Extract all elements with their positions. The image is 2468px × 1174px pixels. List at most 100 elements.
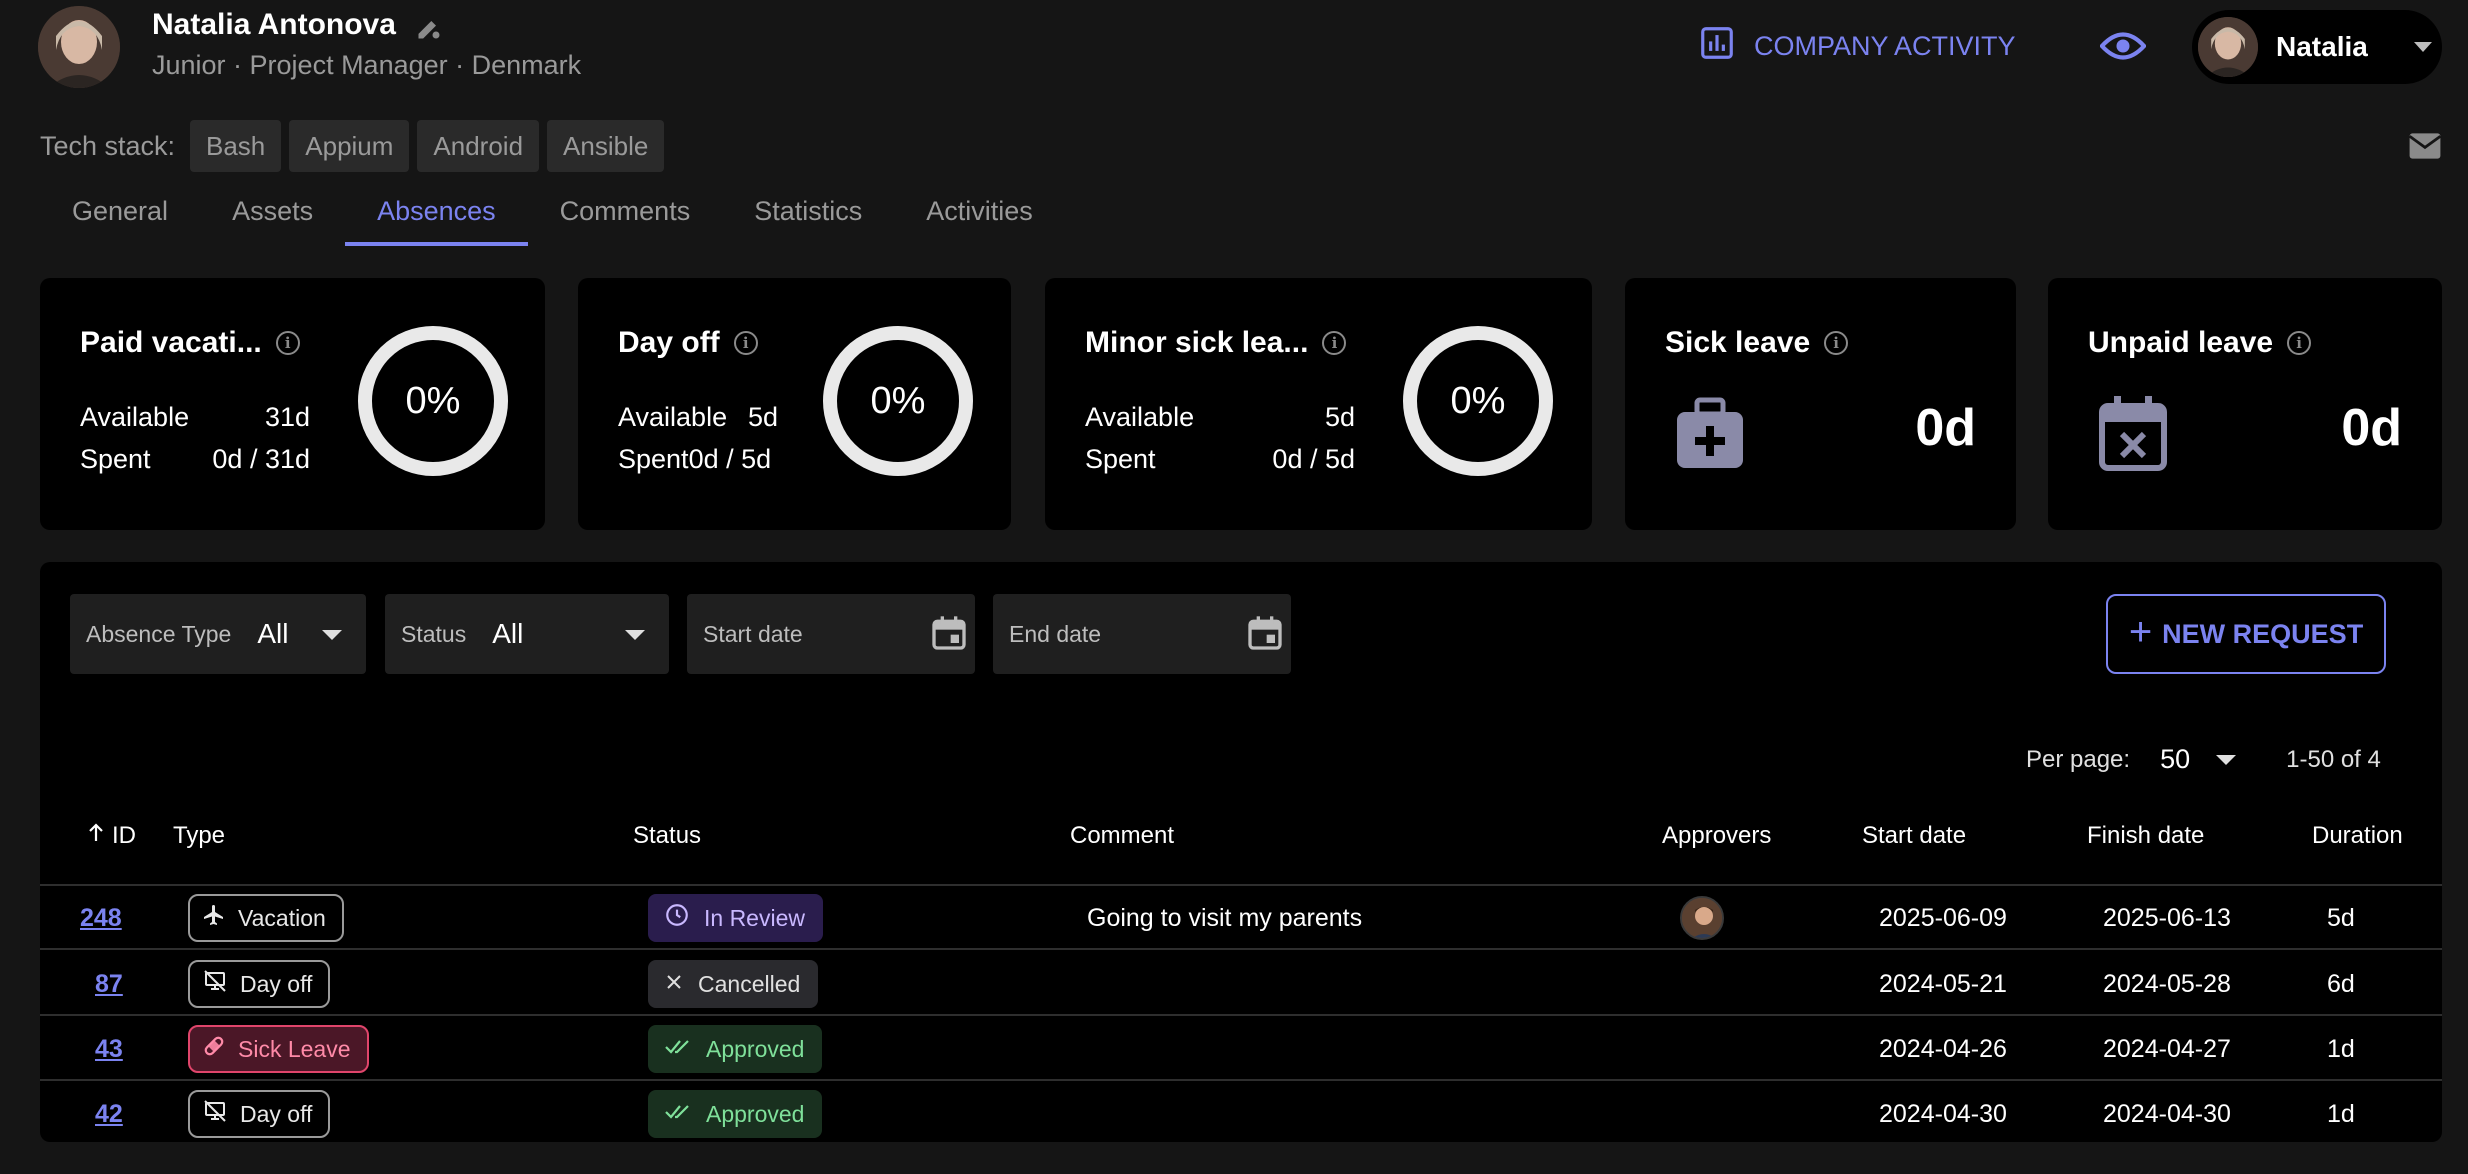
type-chip: Sick Leave (188, 1025, 369, 1073)
chevron-down-icon (2413, 42, 2432, 52)
start-date-cell: 2024-04-30 (1879, 1099, 2007, 1128)
tech-chip: Ansible (547, 120, 665, 172)
status-label: Status (401, 620, 467, 647)
user-menu[interactable]: Natalia (2192, 10, 2442, 84)
type-chip: Day off (188, 1090, 331, 1138)
status-select[interactable]: Status All (385, 594, 669, 674)
status-chip: Cancelled (648, 960, 819, 1008)
info-icon[interactable]: i (1322, 331, 1347, 355)
approver-avatar[interactable] (1680, 896, 1724, 940)
status-chip: Approved (648, 1090, 823, 1138)
tech-stack-label: Tech stack: (40, 131, 176, 161)
column-header-id[interactable]: ID (88, 822, 136, 850)
day-off-title: Day off (618, 326, 720, 359)
new-request-button[interactable]: + NEW REQUEST (2106, 594, 2386, 674)
column-header-comment[interactable]: Comment (1070, 822, 1174, 850)
comment-cell: Going to visit my parents (1087, 903, 1363, 932)
double-check-icon (664, 1101, 692, 1128)
finish-date-cell: 2024-04-27 (2103, 1034, 2231, 1063)
day-off-card: Day off i Available 5d Spent 0d / 5d 0% (578, 278, 1011, 530)
new-request-label: NEW REQUEST (2162, 618, 2364, 649)
absence-id-link[interactable]: 87 (95, 970, 123, 999)
sick-leave-card: Sick leave i 0d (1625, 278, 2016, 530)
tab-assets[interactable]: Assets (200, 186, 345, 246)
end-date-input[interactable]: End date (993, 594, 1291, 674)
absence-id-link[interactable]: 42 (95, 1100, 123, 1129)
mail-icon[interactable] (2408, 132, 2442, 160)
minor-sick-leave-card: Minor sick lea... i Available 5d Spent 0… (1045, 278, 1592, 530)
available-row: Available 5d (618, 402, 778, 433)
tab-comments[interactable]: Comments (528, 186, 723, 246)
eye-icon[interactable] (2099, 26, 2147, 66)
absence-id-link[interactable]: 248 (80, 904, 122, 933)
tech-stack-chips: Bash Appium Android Ansible (190, 120, 665, 172)
calendar-icon[interactable] (1245, 612, 1285, 654)
available-value: 31d (264, 402, 310, 432)
profile-name: Natalia Antonova (152, 8, 396, 41)
column-header-type[interactable]: Type (173, 822, 225, 850)
table-row[interactable]: 42 Day off Approved 2024-04-30 2024-04-3… (40, 1082, 2442, 1146)
column-header-duration[interactable]: Duration (2312, 822, 2403, 850)
absence-id-link[interactable]: 43 (95, 1035, 123, 1064)
column-header-start-date[interactable]: Start date (1862, 822, 1966, 850)
absence-type-select[interactable]: Absence Type All (70, 594, 366, 674)
chevron-down-icon (322, 630, 342, 640)
company-activity-label: COMPANY ACTIVITY (1754, 30, 2016, 61)
duration-cell: 5d (2327, 903, 2355, 932)
available-value: 5d (1324, 402, 1355, 432)
tab-absences[interactable]: Absences (345, 186, 528, 246)
info-icon[interactable]: i (733, 331, 758, 355)
tech-chip: Android (417, 120, 540, 172)
card-title: Minor sick lea... i (1085, 326, 1347, 360)
start-date-input[interactable]: Start date (687, 594, 975, 674)
unpaid-leave-card: Unpaid leave i 0d (2048, 278, 2442, 530)
duration-cell: 1d (2327, 1034, 2355, 1063)
sick-leave-value: 0d (1915, 399, 1976, 457)
info-icon[interactable]: i (275, 331, 300, 355)
table-row[interactable]: 43 Sick Leave Approved 2024-04-26 2024-0… (40, 1017, 2442, 1081)
duration-cell: 6d (2327, 969, 2355, 998)
chevron-down-icon[interactable] (2216, 754, 2237, 765)
table-row[interactable]: 248 Vacation In Review Going to visit my… (40, 886, 2442, 950)
spent-value: 0d / 5d (688, 444, 772, 474)
column-header-status[interactable]: Status (633, 822, 701, 850)
close-icon (664, 971, 684, 998)
type-chip: Vacation (188, 894, 344, 942)
monitor-off-icon (202, 1099, 228, 1129)
per-page-label: Per page: (2026, 745, 2131, 773)
tab-activities[interactable]: Activities (894, 186, 1065, 246)
status-value: All (492, 618, 524, 649)
spent-label: Spent (1085, 444, 1156, 474)
column-header-finish-date[interactable]: Finish date (2087, 822, 2204, 850)
finish-date-cell: 2024-05-28 (2103, 969, 2231, 998)
info-icon[interactable]: i (2287, 331, 2312, 355)
start-date-cell: 2024-05-21 (1879, 969, 2007, 998)
start-date-cell: 2025-06-09 (1879, 903, 2007, 932)
per-page-select[interactable]: 50 (2160, 744, 2190, 775)
pill-icon (202, 1034, 226, 1064)
status-label: In Review (704, 904, 805, 931)
tab-bar: General Assets Absences Comments Statist… (40, 186, 1065, 246)
double-check-icon (664, 1036, 692, 1063)
spent-label: Spent (80, 444, 151, 474)
status-label: Approved (706, 1100, 805, 1127)
status-label: Cancelled (698, 970, 801, 997)
tab-statistics[interactable]: Statistics (722, 186, 894, 246)
status-chip: In Review (648, 894, 823, 942)
minor-sick-leave-title: Minor sick lea... (1085, 326, 1309, 359)
edit-icon[interactable] (415, 14, 443, 42)
status-chip: Approved (648, 1025, 823, 1073)
spent-value: 0d / 31d (212, 444, 310, 474)
table-row[interactable]: 87 Day off Cancelled 2024-05-21 2024-05-… (40, 952, 2442, 1016)
info-icon[interactable]: i (1824, 331, 1849, 355)
profile-avatar (38, 6, 120, 88)
calendar-icon[interactable] (929, 612, 969, 654)
column-header-approvers[interactable]: Approvers (1662, 822, 1771, 850)
card-title: Paid vacati... i (80, 326, 300, 360)
tab-general[interactable]: General (40, 186, 200, 246)
calendar-x-icon (2098, 396, 2168, 472)
start-date-cell: 2024-04-26 (1879, 1034, 2007, 1063)
available-label: Available (618, 402, 728, 432)
company-activity-button[interactable]: COMPANY ACTIVITY (1698, 24, 2016, 68)
status-label: Approved (706, 1035, 805, 1062)
